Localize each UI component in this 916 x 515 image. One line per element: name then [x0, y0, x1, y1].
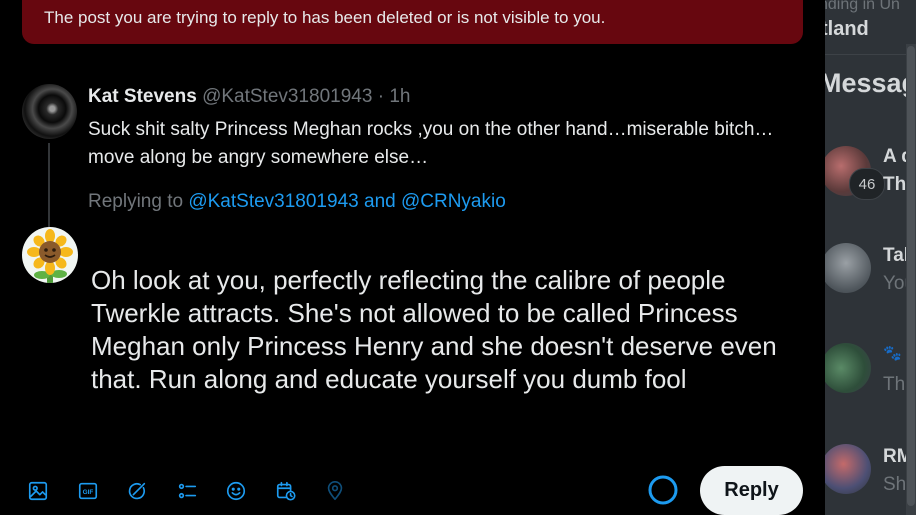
scrollbar-thumb: [907, 46, 915, 506]
schedule-icon: [276, 481, 296, 501]
gif-icon: GIF: [78, 482, 98, 500]
parent-author-name[interactable]: Kat Stevens: [88, 86, 197, 107]
thread-connector-line: [48, 143, 50, 233]
grok-icon: [128, 482, 146, 500]
location-icon: [327, 481, 343, 501]
gif-button[interactable]: GIF: [72, 475, 104, 507]
replying-to-user-link[interactable]: @CRNyakio: [401, 191, 506, 212]
messages-title: Messag: [825, 68, 916, 98]
parent-post-header: Kat Stevens @KatStev31801943 · 1h: [88, 86, 410, 108]
parent-author-avatar[interactable]: [22, 84, 77, 139]
svg-text:GIF: GIF: [83, 489, 94, 496]
user-avatar[interactable]: [22, 227, 78, 283]
replying-to-user-link[interactable]: @KatStev31801943: [188, 191, 358, 212]
location-button[interactable]: [319, 475, 351, 507]
reply-modal: The post you are trying to reply to has …: [0, 0, 825, 515]
reply-compose-text[interactable]: Oh look at you, perfectly reflecting the…: [91, 264, 806, 396]
notice-text: The post you are trying to reply to has …: [44, 8, 606, 27]
background-page: nding in Un tland Messag 46 A d The Tak …: [825, 0, 916, 515]
poll-icon: [178, 483, 197, 499]
sunflower-avatar-icon: [27, 229, 73, 283]
character-count-ring-icon: [648, 475, 678, 505]
trend-title: tland: [825, 18, 869, 40]
trend-context: nding in Un: [825, 0, 900, 13]
divider: [825, 54, 916, 55]
media-icon: [28, 481, 48, 501]
grok-button[interactable]: [121, 475, 153, 507]
unread-count-badge: 46: [849, 168, 885, 200]
replying-to-prefix: Replying to: [88, 191, 184, 212]
replying-to-and[interactable]: and: [364, 191, 396, 212]
replying-to-line: Replying to @KatStev31801943 and @CRNyak…: [88, 191, 506, 213]
emoji-icon: [226, 481, 246, 501]
schedule-button[interactable]: [270, 475, 302, 507]
emoji-button[interactable]: [220, 475, 252, 507]
parent-post-time[interactable]: 1h: [389, 86, 410, 107]
poll-button[interactable]: [171, 475, 203, 507]
reply-button[interactable]: Reply: [700, 466, 803, 515]
conversation-avatar: [825, 343, 871, 393]
parent-author-handle[interactable]: @KatStev31801943: [202, 86, 372, 107]
conversation-avatar: [825, 444, 871, 494]
header-separator: ·: [377, 86, 385, 107]
conversation-avatar: [825, 243, 871, 293]
parent-post-text: Suck shit salty Princess Meghan rocks ,y…: [88, 119, 774, 168]
media-button[interactable]: [22, 475, 54, 507]
deleted-post-notice: The post you are trying to reply to has …: [22, 0, 803, 44]
